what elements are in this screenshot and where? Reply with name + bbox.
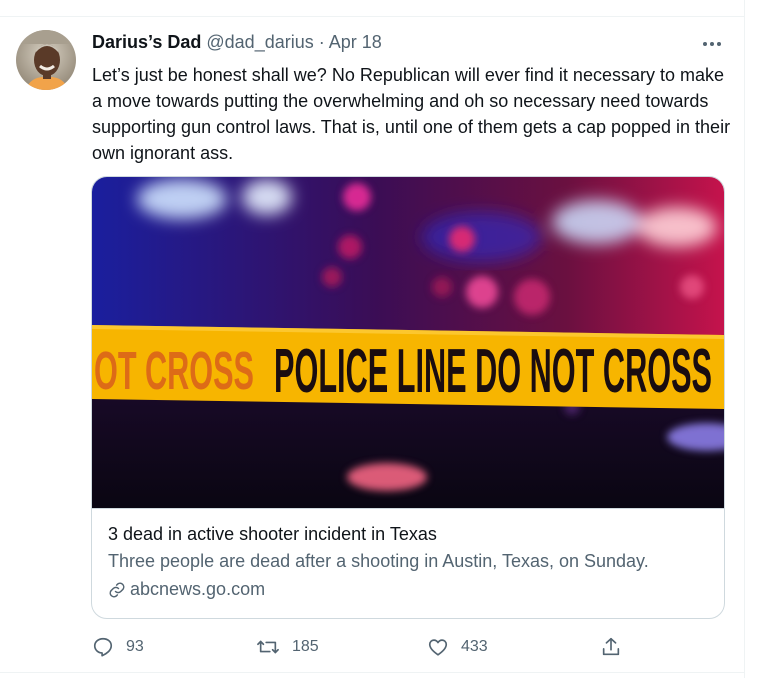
share-button[interactable] (600, 634, 634, 660)
like-button[interactable]: 433 (427, 634, 488, 660)
card-domain-text: abcnews.go.com (130, 579, 266, 599)
card-domain[interactable]: abcnews.go.com (108, 579, 265, 600)
retweet-count: 185 (292, 638, 319, 655)
author-handle[interactable]: @dad_darius (206, 32, 313, 52)
retweet-icon (257, 640, 279, 654)
card-image: OT CROSS POLICE LINE DO NOT CROSS (92, 177, 724, 508)
card-description: Three people are dead after a shooting i… (108, 551, 649, 571)
share-icon (602, 637, 620, 656)
retweet-button[interactable]: 185 (256, 634, 319, 660)
reply-icon (93, 637, 113, 657)
tweet-date[interactable]: Apr 18 (329, 32, 382, 52)
tweet-text: Let’s just be honest shall we? No Republ… (92, 65, 731, 163)
link-icon (109, 582, 125, 597)
link-card[interactable]: OT CROSS POLICE LINE DO NOT CROSS 3 dead… (91, 176, 725, 619)
bottom-divider (0, 672, 744, 673)
like-count: 433 (461, 638, 488, 655)
top-divider (0, 16, 744, 17)
reply-count: 93 (126, 638, 144, 655)
avatar[interactable] (16, 30, 76, 90)
more-icon[interactable] (698, 32, 726, 56)
reply-button[interactable]: 93 (92, 634, 144, 660)
tape-text: POLICE LINE DO NOT CROSS (274, 337, 712, 406)
card-divider (92, 508, 724, 509)
separator-dot: · (318, 32, 325, 52)
tweet-header: Darius’s Dad @dad_darius · Apr 18 (92, 32, 382, 53)
timeline-border (744, 0, 745, 678)
tape-text-partial: OT CROSS (94, 341, 254, 401)
like-icon (428, 639, 448, 656)
card-title[interactable]: 3 dead in active shooter incident in Tex… (108, 524, 437, 545)
author-name[interactable]: Darius’s Dad (92, 32, 201, 52)
